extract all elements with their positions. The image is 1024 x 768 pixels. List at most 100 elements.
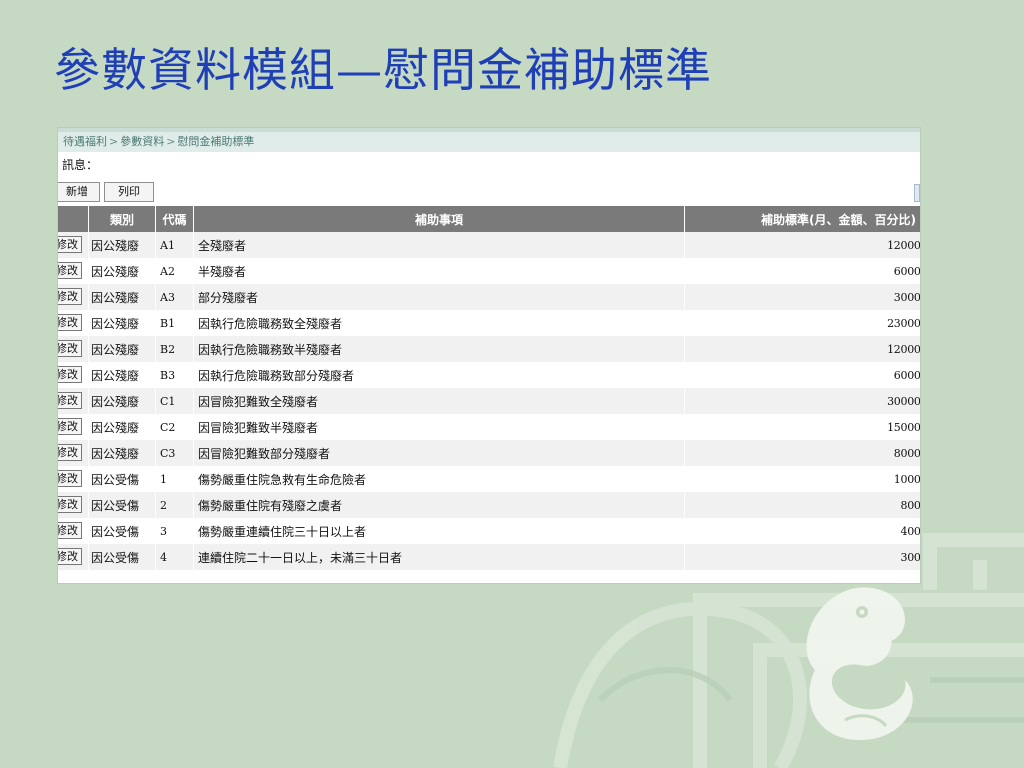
cell-code: B2	[155, 336, 194, 362]
cell-item: 部分殘廢者	[193, 284, 685, 310]
cell-amount: 600000	[684, 362, 920, 388]
cell-type: 因公受傷	[88, 544, 156, 570]
breadcrumb-separator: >	[109, 135, 119, 148]
table-row: 修改因公殘廢A2半殘廢者600000	[58, 258, 920, 284]
cell-type: 因公殘廢	[88, 310, 156, 336]
cell-type: 因公受傷	[88, 492, 156, 518]
cell-code: 1	[155, 466, 194, 492]
breadcrumb-item-parameters[interactable]: 參數資料	[120, 135, 164, 148]
cell-code: 2	[155, 492, 194, 518]
cell-type: 因公殘廢	[88, 440, 156, 466]
table-row: 修改因公受傷1傷勢嚴重住院急救有生命危險者100000	[58, 466, 920, 492]
table-row: 修改因公受傷2傷勢嚴重住院有殘廢之虞者80000	[58, 492, 920, 518]
cell-code: A1	[155, 232, 194, 258]
cell-code: C2	[155, 414, 194, 440]
cell-type: 因公受傷	[88, 466, 156, 492]
cell-type: 因公殘廢	[88, 258, 156, 284]
cell-type: 因公殘廢	[88, 414, 156, 440]
edit-button[interactable]: 修改	[58, 548, 82, 565]
column-header-item[interactable]: 補助事項	[193, 206, 685, 232]
app-window: 待遇福利 > 參數資料 > 慰問金補助標準 訊息： 新增 列印 類別 代碼 補助事項 補…	[58, 128, 920, 583]
table-row: 修改因公殘廢B3因執行危險職務致部分殘廢者600000	[58, 362, 920, 388]
edit-cell: 修改	[58, 336, 89, 362]
cell-type: 因公受傷	[88, 518, 156, 544]
table-row: 修改因公殘廢A3部分殘廢者300000	[58, 284, 920, 310]
print-button[interactable]: 列印	[104, 182, 154, 202]
breadcrumb-item-benefits[interactable]: 待遇福利	[63, 135, 107, 148]
edit-cell: 修改	[58, 258, 89, 284]
column-header-edit	[58, 206, 89, 232]
cell-item: 因冒險犯難致部分殘廢者	[193, 440, 685, 466]
cell-code: A2	[155, 258, 194, 284]
column-header-code[interactable]: 代碼	[155, 206, 194, 232]
edit-button[interactable]: 修改	[58, 366, 82, 383]
cell-type: 因公殘廢	[88, 362, 156, 388]
cell-amount: 30000	[684, 544, 920, 570]
cell-amount: 1200000	[684, 232, 920, 258]
table-row: 修改因公殘廢A1全殘廢者1200000	[58, 232, 920, 258]
cell-item: 因冒險犯難致半殘廢者	[193, 414, 685, 440]
cell-code: C3	[155, 440, 194, 466]
edit-cell: 修改	[58, 310, 89, 336]
cell-amount: 3000000	[684, 388, 920, 414]
table-row: 修改因公受傷3傷勢嚴重連續住院三十日以上者40000	[58, 518, 920, 544]
cell-item: 因執行危險職務致部分殘廢者	[193, 362, 685, 388]
cell-code: B1	[155, 310, 194, 336]
cell-item: 半殘廢者	[193, 258, 685, 284]
edit-button[interactable]: 修改	[58, 496, 82, 513]
cell-type: 因公殘廢	[88, 336, 156, 362]
cell-code: 4	[155, 544, 194, 570]
cell-type: 因公殘廢	[88, 388, 156, 414]
edit-button[interactable]: 修改	[58, 262, 82, 279]
cell-code: 3	[155, 518, 194, 544]
edit-cell: 修改	[58, 466, 89, 492]
table-row: 修改因公殘廢C1因冒險犯難致全殘廢者3000000	[58, 388, 920, 414]
edit-button[interactable]: 修改	[58, 522, 82, 539]
cell-amount: 1200000	[684, 336, 920, 362]
column-header-type[interactable]: 類別	[88, 206, 156, 232]
edit-button[interactable]: 修改	[58, 288, 82, 305]
cell-code: A3	[155, 284, 194, 310]
table-row: 修改因公殘廢B1因執行危險職務致全殘廢者2300000	[58, 310, 920, 336]
cell-type: 因公殘廢	[88, 284, 156, 310]
cell-item: 傷勢嚴重連續住院三十日以上者	[193, 518, 685, 544]
edit-button[interactable]: 修改	[58, 444, 82, 461]
cell-code: B3	[155, 362, 194, 388]
edit-cell: 修改	[58, 544, 89, 570]
edit-button[interactable]: 修改	[58, 340, 82, 357]
cell-item: 傷勢嚴重住院有殘廢之虞者	[193, 492, 685, 518]
edit-cell: 修改	[58, 362, 89, 388]
table-row: 修改因公殘廢B2因執行危險職務致半殘廢者1200000	[58, 336, 920, 362]
edit-button[interactable]: 修改	[58, 314, 82, 331]
edit-cell: 修改	[58, 518, 89, 544]
breadcrumb-item-current: 慰問金補助標準	[177, 135, 255, 148]
edit-cell: 修改	[58, 414, 89, 440]
add-button[interactable]: 新增	[58, 182, 100, 202]
scrollbar[interactable]	[914, 184, 920, 202]
edit-button[interactable]: 修改	[58, 418, 82, 435]
table-row: 修改因公殘廢C2因冒險犯難致半殘廢者1500000	[58, 414, 920, 440]
edit-button[interactable]: 修改	[58, 470, 82, 487]
cell-item: 因冒險犯難致全殘廢者	[193, 388, 685, 414]
table-body: 修改因公殘廢A1全殘廢者1200000修改因公殘廢A2半殘廢者600000修改因…	[58, 232, 920, 570]
subsidy-table: 類別 代碼 補助事項 補助標準(月、金額、百分比) 修改 因公殘廢 A1 全殘廢者 12…	[58, 206, 920, 570]
cell-amount: 40000	[684, 518, 920, 544]
edit-cell: 修改	[58, 388, 89, 414]
edit-button[interactable]: 修改	[58, 236, 82, 253]
cell-type: 因公殘廢	[88, 232, 156, 258]
cell-amount: 1500000	[684, 414, 920, 440]
cell-amount: 600000	[684, 258, 920, 284]
cell-amount: 800000	[684, 440, 920, 466]
edit-cell: 修改	[58, 284, 89, 310]
toolbar: 新增 列印	[58, 178, 920, 206]
column-header-amount[interactable]: 補助標準(月、金額、百分比)	[684, 206, 920, 232]
table-row: 修改因公受傷4連續住院二十一日以上，未滿三十日者30000	[58, 544, 920, 570]
cell-item: 傷勢嚴重住院急救有生命危險者	[193, 466, 685, 492]
table-row: 修改因公殘廢C3因冒險犯難致部分殘廢者800000	[58, 440, 920, 466]
slide-title: 參數資料模組—慰問金補助標準	[54, 43, 712, 97]
cell-item: 因執行危險職務致半殘廢者	[193, 336, 685, 362]
cell-item: 連續住院二十一日以上，未滿三十日者	[193, 544, 685, 570]
cell-amount: 80000	[684, 492, 920, 518]
table-header-row: 類別 代碼 補助事項 補助標準(月、金額、百分比)	[58, 206, 920, 232]
edit-button[interactable]: 修改	[58, 392, 82, 409]
